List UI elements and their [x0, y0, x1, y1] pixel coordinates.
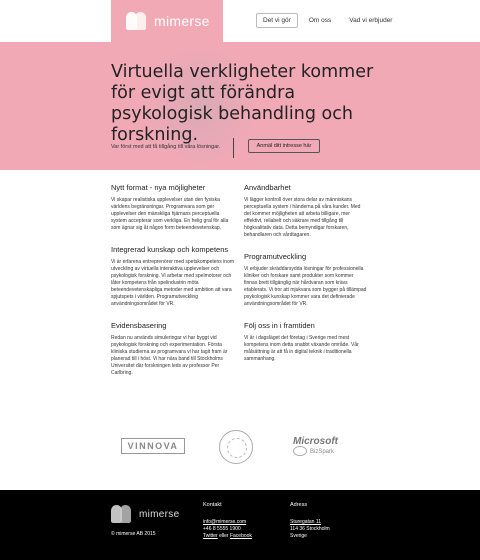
address-title: Adress — [290, 502, 308, 508]
facebook-link[interactable]: Facebook — [230, 533, 252, 539]
hero-section: Virtuella verkligheter kommer för evigt … — [0, 42, 480, 170]
vinnova-logo: VINNOVA — [121, 438, 185, 454]
section-body: Vi skapar realistiska upplevelser utan d… — [111, 197, 229, 231]
section-body: Vi är erfarena entreprenörer med spetsko… — [111, 259, 235, 307]
bizspark-label: BizSpark — [310, 449, 335, 455]
hero-subtext: Var först med att få tillgång till våra … — [111, 144, 221, 150]
contact-title: Kontakt — [203, 502, 222, 508]
section-title: Användbarhet — [244, 183, 291, 192]
section-title: Evidensbasering — [111, 321, 167, 330]
content-column-right: Användbarhet Vi lägger kontroll över sto… — [244, 183, 368, 376]
phone-number: +46 8 5555 1900 — [203, 526, 241, 532]
nav-item-om-oss[interactable]: Om oss — [302, 13, 338, 28]
hero-headline: Virtuella verkligheter kommer för evigt … — [111, 62, 374, 145]
microsoft-logo: Microsoft — [293, 436, 338, 447]
section-body: Redan nu används simuleringar vi har byg… — [111, 335, 228, 376]
section-body: Vi är i dagsläget det företag i Sverige … — [244, 335, 359, 362]
section-title: Integrerad kunskap och kompetens — [111, 245, 229, 254]
postal-address: 114 36 Stockholm — [290, 526, 330, 532]
country: Sverige — [290, 533, 307, 539]
register-interest-button[interactable]: Anmäl ditt intresse här — [248, 139, 320, 153]
section-title: Följ oss in i framtiden — [244, 321, 315, 330]
copyright: © mimerse AB 2015 — [111, 531, 156, 537]
section-body: Vi lägger kontroll över stora delar av m… — [244, 197, 361, 238]
site-footer: mimerse © mimerse AB 2015 Kontakt info@m… — [0, 490, 480, 560]
section-title: Programutveckling — [244, 252, 307, 261]
footer-address: Adress Sturegatan 11 114 36 Stockholm Sv… — [290, 502, 330, 540]
content-column-left: Nytt format - nya möjligheter Vi skapar … — [111, 183, 235, 390]
hero-divider — [233, 138, 234, 158]
footer-logo: mimerse — [111, 505, 179, 523]
mimerse-logo-icon — [111, 505, 133, 523]
twitter-link[interactable]: Twitter — [203, 533, 218, 539]
nav-item-vad-vi-erbjuder[interactable]: Vad vi erbjuder — [342, 13, 399, 28]
site-header: mimerse Det vi gör Om oss Vad vi erbjude… — [0, 0, 480, 42]
footer-contact: Kontakt info@mimerse.com +46 8 5555 1900… — [203, 502, 252, 540]
email-link[interactable]: info@mimerse.com — [203, 519, 246, 525]
mimerse-logo-icon — [126, 12, 148, 30]
link-separator: eller — [217, 533, 230, 539]
main-nav: Det vi gör Om oss Vad vi erbjuder — [256, 13, 399, 28]
nav-item-det-vi-gor[interactable]: Det vi gör — [256, 13, 298, 28]
brand-logo[interactable]: mimerse — [111, 0, 223, 42]
section-body: Vi erbjuder skräddarsydda lösningar för … — [244, 266, 367, 307]
partner-logos: VINNOVA Microsoft BizSpark — [111, 428, 369, 464]
bizspark-mark-icon — [293, 446, 307, 456]
footer-brand-name: mimerse — [139, 508, 180, 520]
brand-name: mimerse — [154, 13, 210, 29]
stockholm-university-seal-icon — [219, 430, 253, 464]
section-title: Nytt format - nya möjligheter — [111, 183, 206, 192]
street-link[interactable]: Sturegatan 11 — [290, 519, 321, 525]
